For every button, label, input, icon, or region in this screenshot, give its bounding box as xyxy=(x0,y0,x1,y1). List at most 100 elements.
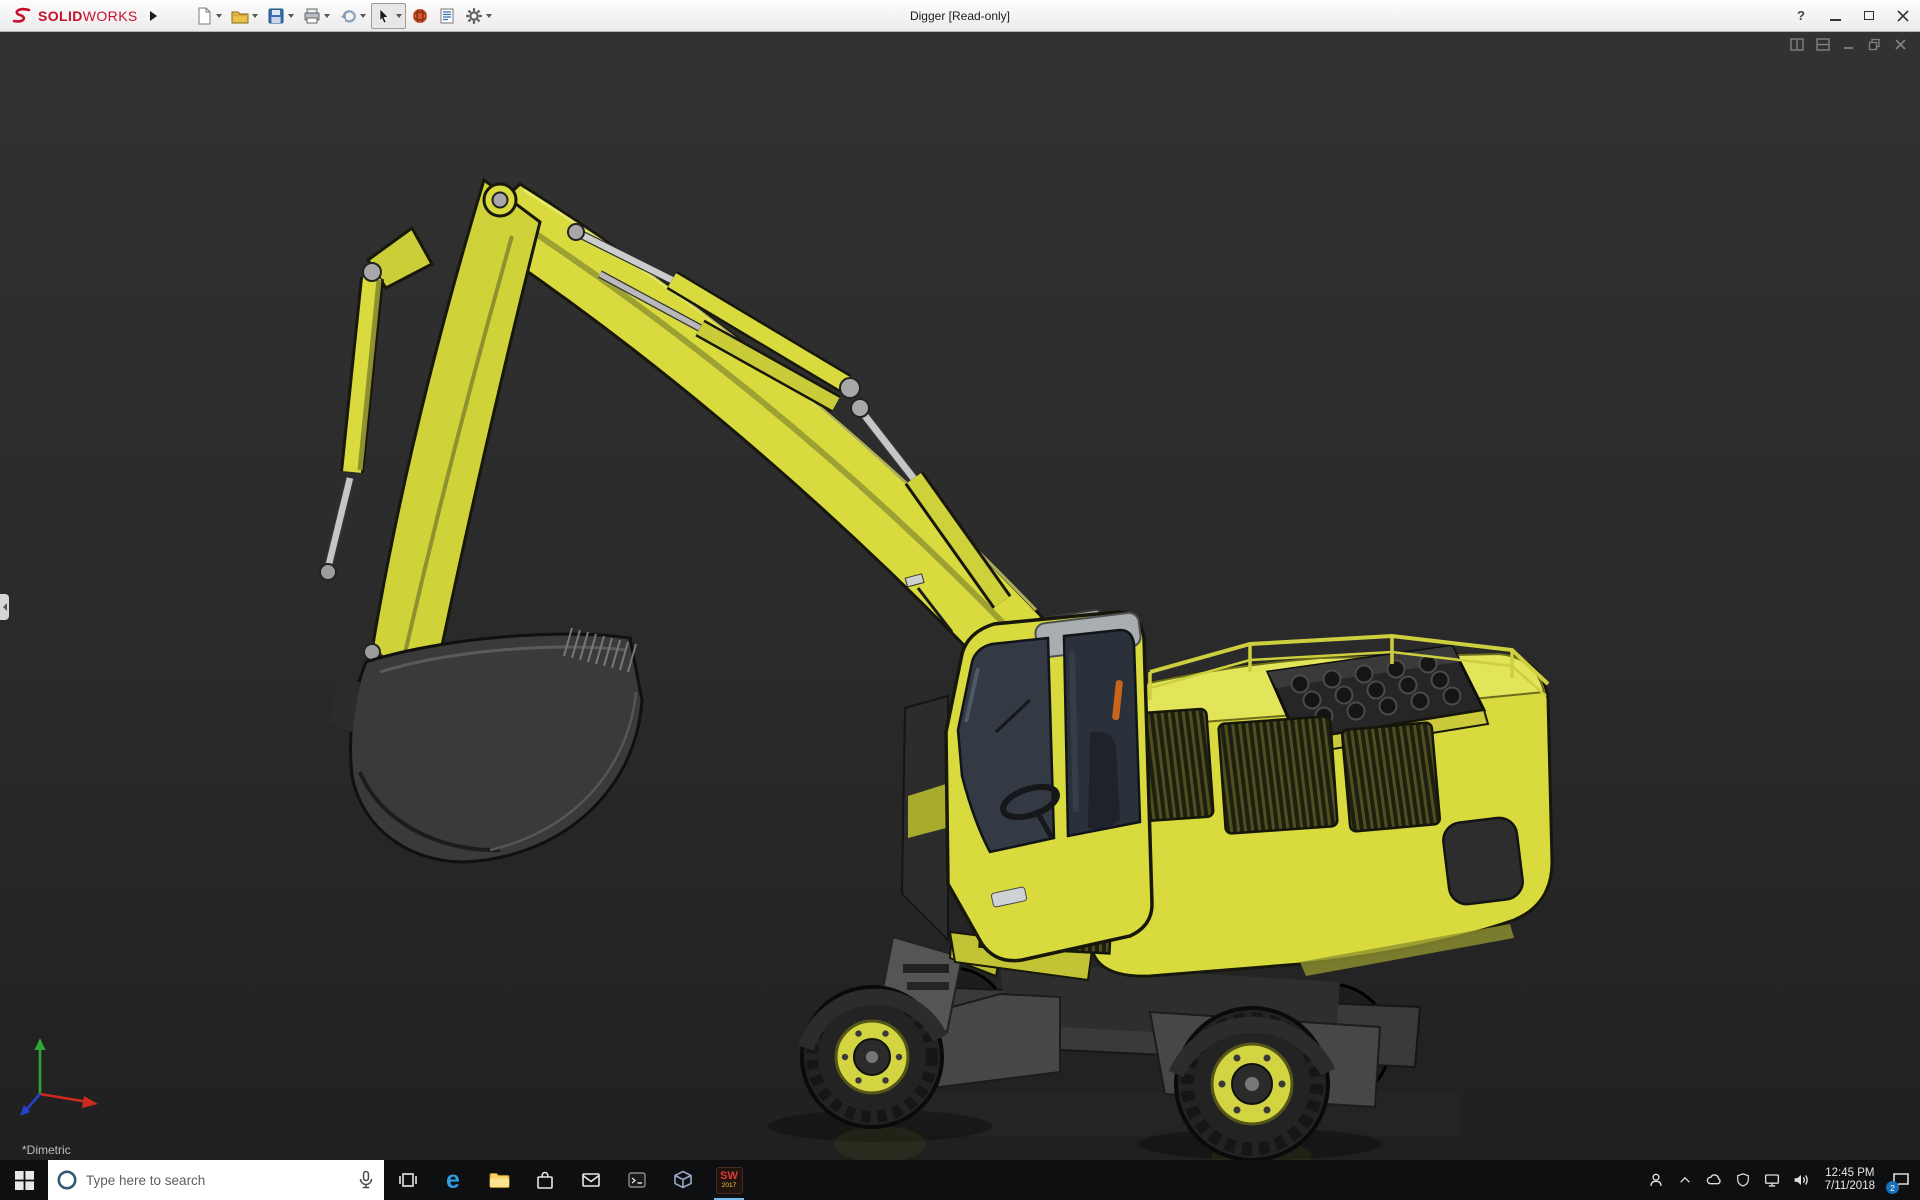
dropdown-caret-icon[interactable] xyxy=(395,13,402,18)
dropdown-caret-icon[interactable] xyxy=(287,13,294,18)
rear-vent-window[interactable] xyxy=(1441,816,1524,906)
chevron-left-icon xyxy=(2,603,7,611)
undo-button[interactable] xyxy=(335,3,370,29)
store-bag-icon xyxy=(537,1171,553,1189)
maximize-button[interactable] xyxy=(1852,0,1886,32)
minimize-icon xyxy=(1829,19,1841,21)
close-icon xyxy=(1897,9,1909,22)
doc-restore-button[interactable] xyxy=(1867,37,1882,52)
rebuild-icon xyxy=(412,8,427,23)
new-document-button[interactable] xyxy=(191,3,226,29)
chevron-up-icon xyxy=(1679,1176,1690,1183)
solidworks-2017-icon: SW 2017 xyxy=(715,1166,743,1194)
feature-tree-flyout-tab[interactable] xyxy=(0,594,9,620)
dropdown-caret-icon[interactable] xyxy=(251,13,258,18)
search-input[interactable] xyxy=(86,1172,348,1188)
options-button[interactable] xyxy=(461,3,496,29)
taskbar-search[interactable] xyxy=(48,1160,384,1200)
operator-seat[interactable] xyxy=(1088,731,1120,829)
open-folder-icon xyxy=(231,11,249,23)
doc-close-button[interactable] xyxy=(1893,37,1908,52)
task-view-icon xyxy=(398,1173,417,1187)
edge-icon: e xyxy=(446,1165,460,1194)
brand-name: SOLIDWORKS xyxy=(38,7,138,24)
mail-icon xyxy=(582,1173,600,1187)
terminal-icon xyxy=(628,1172,646,1188)
edge-button[interactable]: e xyxy=(430,1160,476,1200)
help-button[interactable]: ? xyxy=(1784,0,1818,32)
people-button[interactable] xyxy=(1645,1169,1667,1191)
store-button[interactable] xyxy=(522,1160,568,1200)
people-icon xyxy=(1650,1173,1662,1186)
windows-taskbar: e xyxy=(0,1160,1920,1200)
pane-split-vertical-button[interactable] xyxy=(1789,37,1804,52)
pinned-apps: e SW 2017 xyxy=(384,1160,752,1200)
task-view-button[interactable] xyxy=(384,1160,430,1200)
maximize-icon xyxy=(1864,11,1874,20)
volume-button[interactable] xyxy=(1790,1169,1812,1191)
solidworks-logo: SOLIDWORKS xyxy=(0,7,144,25)
view-orientation-label: *Dimetric xyxy=(22,1143,71,1157)
new-document-icon xyxy=(198,7,211,24)
ds-logo-icon xyxy=(12,7,31,23)
dropdown-caret-icon[interactable] xyxy=(215,13,222,18)
graphics-viewport[interactable]: *Dimetric xyxy=(0,32,1920,1160)
file-explorer-button[interactable] xyxy=(476,1160,522,1200)
solidworks-app-button[interactable]: SW 2017 xyxy=(706,1160,752,1200)
dropdown-caret-icon[interactable] xyxy=(323,13,330,18)
windows-logo-icon xyxy=(14,1170,34,1190)
dropdown-caret-icon[interactable] xyxy=(359,13,366,18)
clock-time: 12:45 PM xyxy=(1825,1167,1875,1179)
window-controls: ? xyxy=(1784,0,1920,32)
mail-button[interactable] xyxy=(568,1160,614,1200)
file-properties-button[interactable] xyxy=(434,3,460,29)
file-properties-icon xyxy=(440,8,454,23)
open-button[interactable] xyxy=(227,3,262,29)
boom[interactable] xyxy=(467,182,1045,675)
system-tray: 12:45 PM 7/11/2018 2 xyxy=(1645,1160,1920,1200)
excavator-model[interactable] xyxy=(0,32,1920,1160)
network-icon xyxy=(1764,1174,1779,1187)
quick-access-toolbar xyxy=(191,2,496,29)
taskbar-clock[interactable]: 12:45 PM 7/11/2018 xyxy=(1819,1167,1881,1193)
doc-minimize-button[interactable] xyxy=(1841,37,1856,52)
network-button[interactable] xyxy=(1761,1169,1783,1191)
x-axis-arrow xyxy=(82,1096,98,1108)
pane-split-horizontal-button[interactable] xyxy=(1815,37,1830,52)
cloud-icon xyxy=(1706,1174,1721,1185)
save-button[interactable] xyxy=(263,3,298,29)
cad-viewer-button[interactable] xyxy=(660,1160,706,1200)
cortana-icon[interactable] xyxy=(56,1169,78,1191)
terminal-button[interactable] xyxy=(614,1160,660,1200)
select-tool-button[interactable] xyxy=(370,2,406,29)
start-button[interactable] xyxy=(0,1160,48,1200)
hidden-icons-button[interactable] xyxy=(1674,1169,1696,1191)
document-window-controls xyxy=(1789,37,1908,52)
y-axis-arrow xyxy=(34,1038,46,1050)
save-floppy-icon xyxy=(268,8,284,23)
shield-icon xyxy=(1736,1173,1749,1187)
boom-apex-pin[interactable] xyxy=(491,191,509,209)
onedrive-tray-button[interactable] xyxy=(1703,1169,1725,1191)
volume-icon xyxy=(1794,1175,1808,1185)
print-button[interactable] xyxy=(299,3,334,29)
bucket[interactable] xyxy=(330,627,644,864)
clock-date: 7/11/2018 xyxy=(1824,1180,1875,1192)
gear-icon xyxy=(465,7,482,24)
print-icon xyxy=(304,8,320,23)
close-button[interactable] xyxy=(1886,0,1920,32)
folder-icon xyxy=(489,1173,509,1188)
rebuild-button[interactable] xyxy=(407,3,433,29)
titlebar: SOLIDWORKS Digger [Read-only] ? xyxy=(0,0,1920,32)
microphone-icon[interactable] xyxy=(356,1170,376,1190)
notification-badge: 2 xyxy=(1886,1181,1899,1194)
cube-icon xyxy=(674,1170,692,1189)
select-cursor-icon xyxy=(379,7,389,23)
action-center-button[interactable]: 2 xyxy=(1886,1167,1914,1194)
defender-tray-button[interactable] xyxy=(1732,1169,1754,1191)
orientation-triad xyxy=(20,1038,98,1116)
menu-flyout-arrow-icon[interactable] xyxy=(149,10,157,21)
dropdown-caret-icon[interactable] xyxy=(485,13,492,18)
undo-arrow-icon xyxy=(340,9,356,22)
minimize-button[interactable] xyxy=(1818,0,1852,32)
